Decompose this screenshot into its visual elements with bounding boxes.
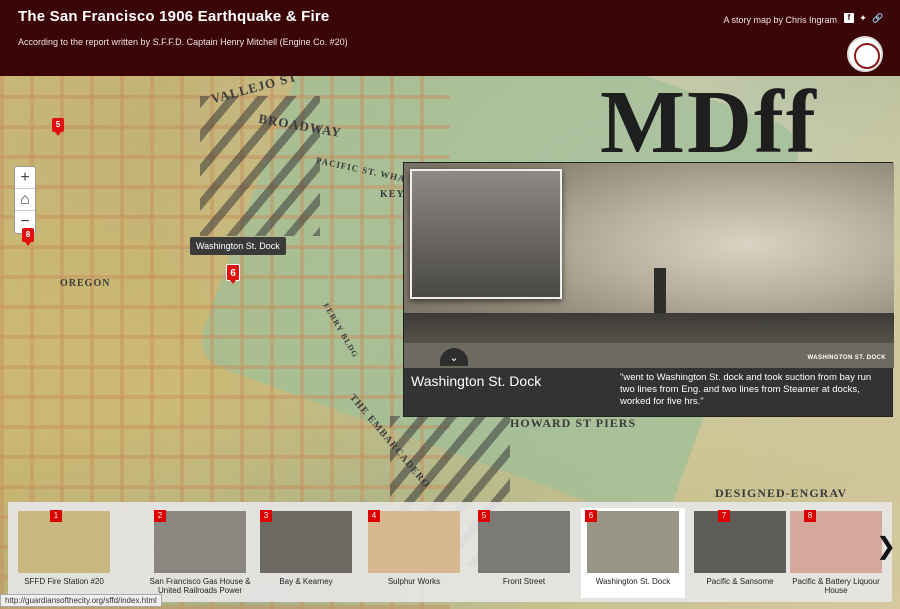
thumbnail-caption: Front Street <box>502 577 546 586</box>
zoom-control: + ⌂ − <box>14 166 36 234</box>
carousel-item[interactable]: 1 SFFD Fire Station #20 <box>12 508 116 598</box>
carousel-item[interactable]: 3 Bay & Kearney <box>254 508 358 598</box>
map-label-oregon: OREGON <box>60 278 111 289</box>
carousel-item[interactable]: 7 Pacific & Sansome <box>688 508 792 598</box>
thumbnail-image <box>154 511 246 573</box>
thumbnail-image <box>368 511 460 573</box>
thumbnail-caption: Sulphur Works <box>387 577 441 586</box>
photo-credit: WASHINGTON ST. DOCK <box>807 355 886 361</box>
carousel-item-active[interactable]: 6 Washington St. Dock <box>581 508 685 598</box>
carousel-item[interactable]: 2 San Francisco Gas House & United Railr… <box>148 508 252 598</box>
map-label-key: KEY <box>380 189 405 200</box>
inset-photo[interactable] <box>410 169 562 299</box>
thumbnail-number: 4 <box>368 510 380 522</box>
thumbnail-number: 7 <box>718 510 730 522</box>
thumbnail-number: 1 <box>50 510 62 522</box>
thumbnail-image <box>18 511 110 573</box>
map-label-designed: DESIGNED-ENGRAV <box>715 486 848 500</box>
thumbnail-image <box>260 511 352 573</box>
browser-status-url: http://guardiansofthecity.org/sffd/index… <box>0 594 162 607</box>
facebook-icon[interactable]: f <box>844 13 854 23</box>
ferry-tower-shape <box>654 268 666 316</box>
map-title-script: MDff <box>600 76 818 172</box>
thumbnail-number: 8 <box>804 510 816 522</box>
panel-title: Washington St. Dock <box>411 373 542 389</box>
map-marker-8[interactable]: 8 <box>22 228 34 246</box>
thumbnail-caption: Washington St. Dock <box>595 577 671 586</box>
carousel-next-icon[interactable]: ❯ <box>876 532 896 561</box>
story-panel: WASHINGTON ST. DOCK ⌄ Washington St. Doc… <box>403 162 894 417</box>
zoom-in-button[interactable]: + <box>15 167 35 189</box>
twitter-icon[interactable]: ✦ <box>858 13 868 23</box>
thumbnail-caption: Bay & Kearney <box>279 577 333 586</box>
carousel-item[interactable]: 4 Sulphur Works <box>362 508 466 598</box>
thumbnail-caption: SFFD Fire Station #20 <box>24 577 104 586</box>
thumbnail-image <box>587 511 679 573</box>
map-marker-5[interactable]: 5 <box>52 118 64 136</box>
page-title: The San Francisco 1906 Earthquake & Fire <box>18 8 330 25</box>
byline: A story map by Chris Ingram <box>723 15 837 25</box>
map-label-howard: HOWARD ST PIERS <box>510 416 637 430</box>
app-header: The San Francisco 1906 Earthquake & Fire… <box>0 0 900 76</box>
carousel-item[interactable]: 5 Front Street <box>472 508 576 598</box>
map-marker-6-active[interactable]: 6 <box>226 264 240 284</box>
panel-quote: "went to Washington St. dock and took su… <box>620 372 872 407</box>
dock-shape <box>404 313 894 343</box>
thumbnail-image <box>478 511 570 573</box>
thumbnail-caption: San Francisco Gas House & United Railroa… <box>149 577 251 595</box>
carousel-item[interactable]: 8 Pacific & Battery Liquour House <box>784 508 888 598</box>
thumbnail-number: 6 <box>585 510 597 522</box>
page-subtitle: According to the report written by S.F.F… <box>18 37 348 47</box>
thumbnail-number: 3 <box>260 510 272 522</box>
thumbnail-image <box>694 511 786 573</box>
link-icon[interactable]: 🔗 <box>872 13 883 23</box>
thumbnail-carousel: 1 SFFD Fire Station #20 2 San Francisco … <box>8 502 896 602</box>
sffd-seal-logo[interactable] <box>847 36 883 72</box>
thumbnail-caption: Pacific & Sansome <box>706 577 774 586</box>
thumbnail-caption: Pacific & Battery Liquour House <box>792 577 880 595</box>
thumbnail-number: 5 <box>478 510 490 522</box>
social-links: f ✦ 🔗 <box>844 13 883 23</box>
marker-tooltip: Washington St. Dock <box>190 237 286 255</box>
home-button[interactable]: ⌂ <box>15 189 35 211</box>
thumbnail-number: 2 <box>154 510 166 522</box>
